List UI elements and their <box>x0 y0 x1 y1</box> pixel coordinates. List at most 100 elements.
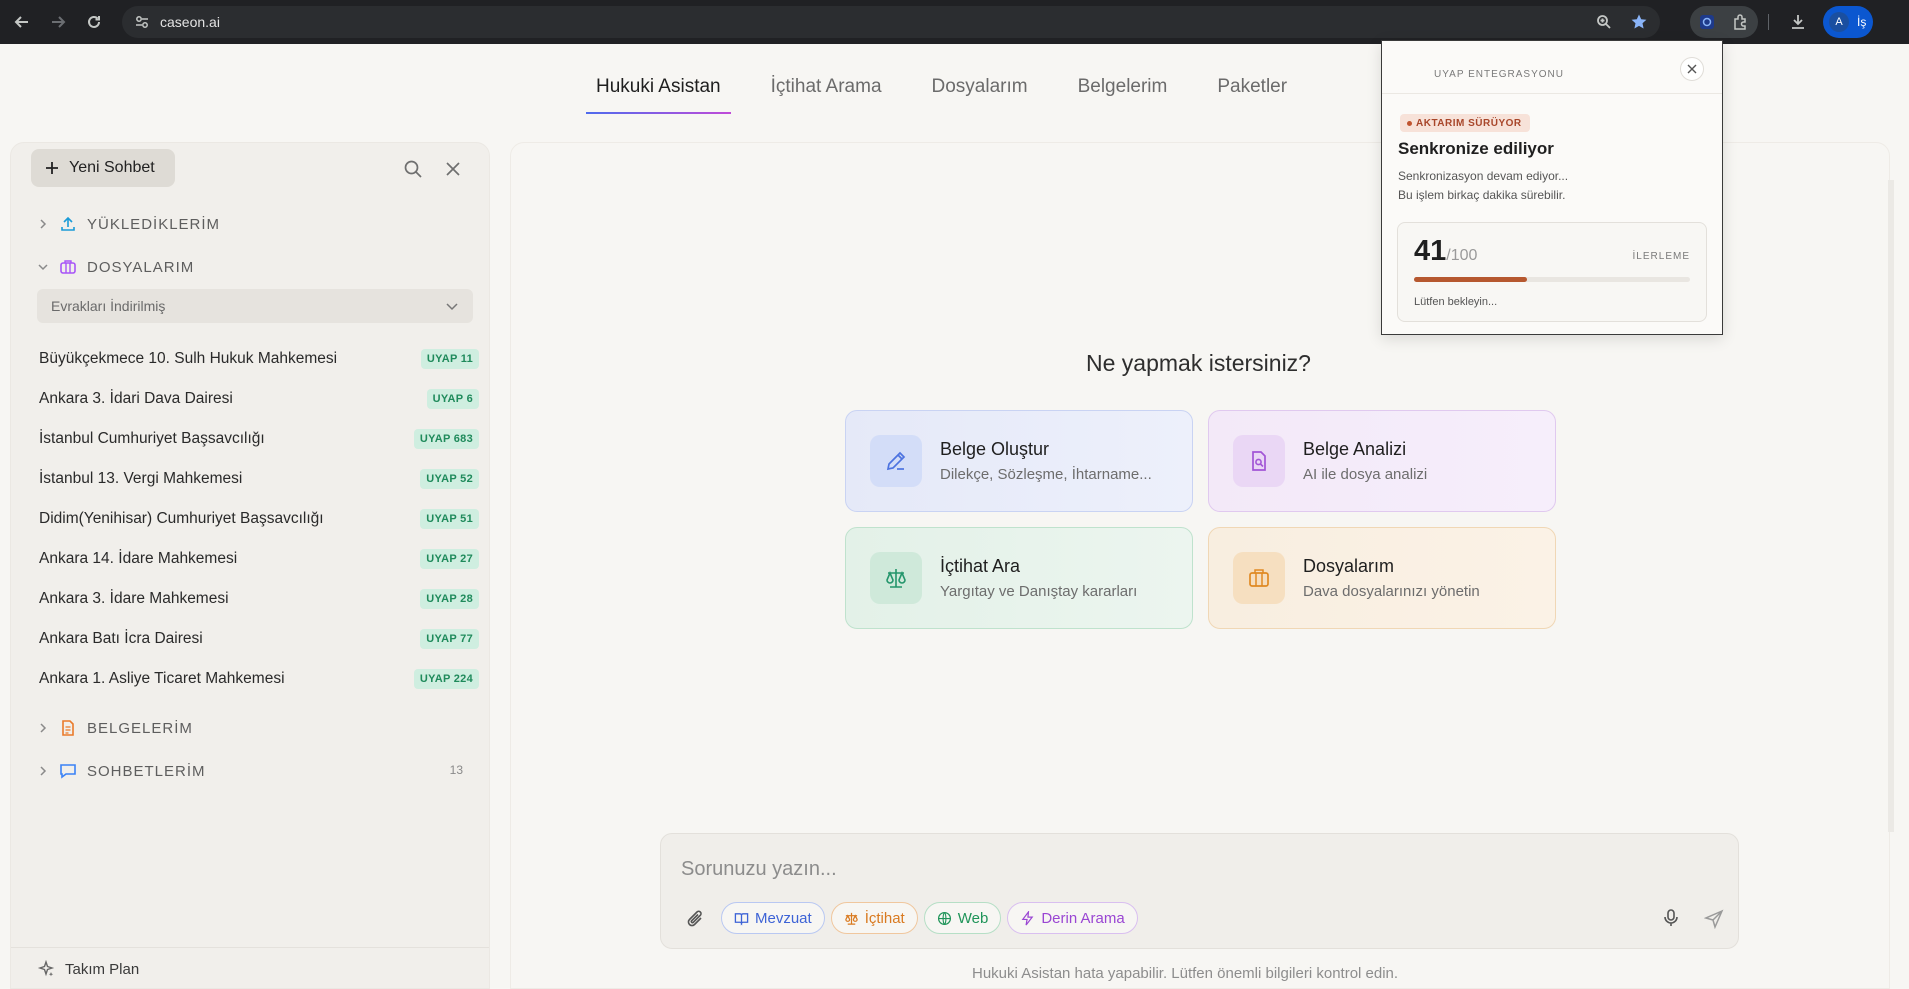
uyap-badge: UYAP 51 <box>420 509 479 529</box>
divider <box>1382 93 1722 94</box>
browser-toolbar: caseon.ai A İş <box>0 0 1909 44</box>
list-item[interactable]: Büyükçekmece 10. Sulh Hukuk Mahkemesi UYA… <box>39 339 479 379</box>
chevron-right-icon <box>40 723 47 733</box>
reload-icon[interactable] <box>76 4 112 40</box>
list-item[interactable]: Ankara 1. Asliye Ticaret Mahkemesi UYAP 2… <box>39 659 479 699</box>
url-text[interactable]: caseon.ai <box>160 14 220 30</box>
case-law-search-card[interactable]: İçtihat Ara Yargıtay ve Danıştay kararla… <box>845 527 1193 629</box>
tab-belgelerim[interactable]: Belgelerim <box>1068 72 1178 114</box>
uyap-badge: UYAP 683 <box>413 429 479 449</box>
popup-title: Senkronize ediliyor <box>1398 139 1554 158</box>
back-icon[interactable] <box>4 4 40 40</box>
case-name: Ankara 14. İdare Mahkemesi <box>39 550 238 567</box>
scale-icon <box>870 552 922 604</box>
close-icon <box>1687 64 1697 74</box>
upload-icon <box>61 216 75 231</box>
ictihat-chip[interactable]: İçtihat <box>830 902 918 934</box>
deep-search-chip[interactable]: Derin Arama <box>1007 902 1138 934</box>
progress-number: 41 <box>1414 235 1447 267</box>
sparkle-icon <box>37 960 55 977</box>
paperclip-icon[interactable] <box>685 908 707 930</box>
uyap-sync-popup: UYAP ENTEGRASYONU AKTARIM SÜRÜYOR Senkro… <box>1381 40 1723 335</box>
send-button[interactable] <box>1699 904 1729 934</box>
section-uploads-label: YÜKLEDİKLERİM <box>87 215 221 233</box>
list-item[interactable]: Didim(Yenihisar) Cumhuriyet Başsavcılığı… <box>39 499 479 539</box>
forward-icon[interactable] <box>40 4 76 40</box>
chevron-right-icon <box>40 766 47 776</box>
extension-active-icon[interactable] <box>1690 6 1724 38</box>
uyap-badge: UYAP 28 <box>420 589 479 609</box>
section-chats-label: SOHBETLERİM <box>87 762 206 780</box>
web-chip[interactable]: Web <box>923 902 1002 934</box>
chip-label: Mevzuat <box>755 909 812 927</box>
popup-description: Senkronizasyon devam ediyor... Bu işlem … <box>1398 167 1568 205</box>
extensions-puzzle-icon[interactable] <box>1724 6 1758 38</box>
card-title: Belge Analizi <box>1303 439 1407 459</box>
popup-header: UYAP ENTEGRASYONU <box>1434 69 1564 80</box>
message-input[interactable]: Sorunuzu yazın... <box>681 858 837 881</box>
chevron-down-icon <box>446 303 458 311</box>
case-name: Didim(Yenihisar) Cumhuriyet Başsavcılığı <box>39 510 324 527</box>
case-filter-select[interactable]: Evrakları İndirilmiş <box>37 289 473 323</box>
chevron-down-icon <box>38 264 48 271</box>
close-sidebar-icon[interactable] <box>445 161 461 177</box>
uyap-badge: UYAP 6 <box>426 389 479 409</box>
section-documents-label: BELGELERİM <box>87 719 193 737</box>
uyap-badge: UYAP 52 <box>420 469 479 489</box>
list-item[interactable]: İstanbul 13. Vergi Mahkemesi UYAP 52 <box>39 459 479 499</box>
section-chats[interactable]: SOHBETLERİM <box>37 762 206 780</box>
list-item[interactable]: Ankara 14. İdare Mahkemesi UYAP 27 <box>39 539 479 579</box>
search-icon[interactable] <box>403 159 423 179</box>
close-popup-button[interactable] <box>1680 57 1704 81</box>
scrollbar[interactable] <box>1888 180 1894 832</box>
chip-label: Web <box>957 909 989 927</box>
scale-icon <box>844 912 858 925</box>
list-item[interactable]: Ankara 3. İdare Mahkemesi UYAP 28 <box>39 579 479 619</box>
document-analysis-card[interactable]: Belge Analizi AI ile dosya analizi <box>1208 410 1556 512</box>
case-list: Büyükçekmece 10. Sulh Hukuk Mahkemesi UYA… <box>39 339 479 699</box>
zoom-icon[interactable] <box>1596 14 1612 30</box>
list-item[interactable]: Ankara Batı İcra Dairesi UYAP 77 <box>39 619 479 659</box>
card-description: AI ile dosya analizi <box>1303 466 1428 483</box>
progress-total: /100 <box>1446 247 1478 264</box>
profile-button[interactable]: A İş <box>1823 6 1873 38</box>
section-uploads[interactable]: YÜKLEDİKLERİM <box>37 215 220 233</box>
chevron-right-icon <box>40 219 47 229</box>
section-documents[interactable]: BELGELERİM <box>37 719 193 737</box>
card-description: Dava dosyalarınızı yönetin <box>1303 583 1480 600</box>
plan-footer[interactable]: Takım Plan <box>11 947 489 989</box>
tab-ictihat-arama[interactable]: İçtihat Arama <box>761 72 892 114</box>
list-item[interactable]: Ankara 3. İdari Dava Dairesi UYAP 6 <box>39 379 479 419</box>
tab-paketler[interactable]: Paketler <box>1207 72 1297 114</box>
new-chat-button[interactable]: Yeni Sohbet <box>31 149 175 187</box>
case-name: Ankara 3. İdari Dava Dairesi <box>39 390 233 407</box>
briefcase-icon <box>1233 552 1285 604</box>
tab-hukuki-asistan[interactable]: Hukuki Asistan <box>586 72 731 114</box>
description-line: Senkronizasyon devam ediyor... <box>1398 169 1569 183</box>
avatar: A <box>1829 12 1849 32</box>
uyap-badge: UYAP 224 <box>413 669 479 689</box>
card-title: İçtihat Ara <box>940 556 1021 576</box>
case-name: Ankara Batı İcra Dairesi <box>39 630 203 647</box>
pencil-icon <box>870 435 922 487</box>
chats-count: 13 <box>449 763 463 777</box>
list-item[interactable]: İstanbul Cumhuriyet Başsavcılığı UYAP 683 <box>39 419 479 459</box>
document-icon <box>62 720 74 736</box>
download-icon[interactable] <box>1782 6 1814 38</box>
site-settings-icon[interactable] <box>134 14 150 30</box>
bookmark-star-icon[interactable] <box>1630 13 1648 31</box>
chip-label: Derin Arama <box>1041 909 1125 927</box>
sidebar: Yeni Sohbet YÜKLEDİKLERİM DOSYALARIM Evr… <box>10 142 490 989</box>
tab-dosyalarim[interactable]: Dosyalarım <box>922 72 1038 114</box>
section-cases-label: DOSYALARIM <box>87 258 195 276</box>
address-bar[interactable]: caseon.ai <box>122 6 1660 38</box>
globe-icon <box>937 911 951 925</box>
section-cases[interactable]: DOSYALARIM <box>37 258 194 276</box>
main-navigation: Hukuki Asistan İçtihat Arama Dosyalarım … <box>586 72 1327 114</box>
my-cases-card[interactable]: Dosyalarım Dava dosyalarınızı yönetin <box>1208 527 1556 629</box>
create-document-card[interactable]: Belge Oluştur Dilekçe, Sözleşme, İhtarna… <box>845 410 1193 512</box>
card-description: Yargıtay ve Danıştay kararları <box>940 583 1138 600</box>
mevzuat-chip[interactable]: Mevzuat <box>721 902 825 934</box>
microphone-icon[interactable] <box>1661 908 1681 928</box>
toolbar-separator <box>1768 14 1769 30</box>
